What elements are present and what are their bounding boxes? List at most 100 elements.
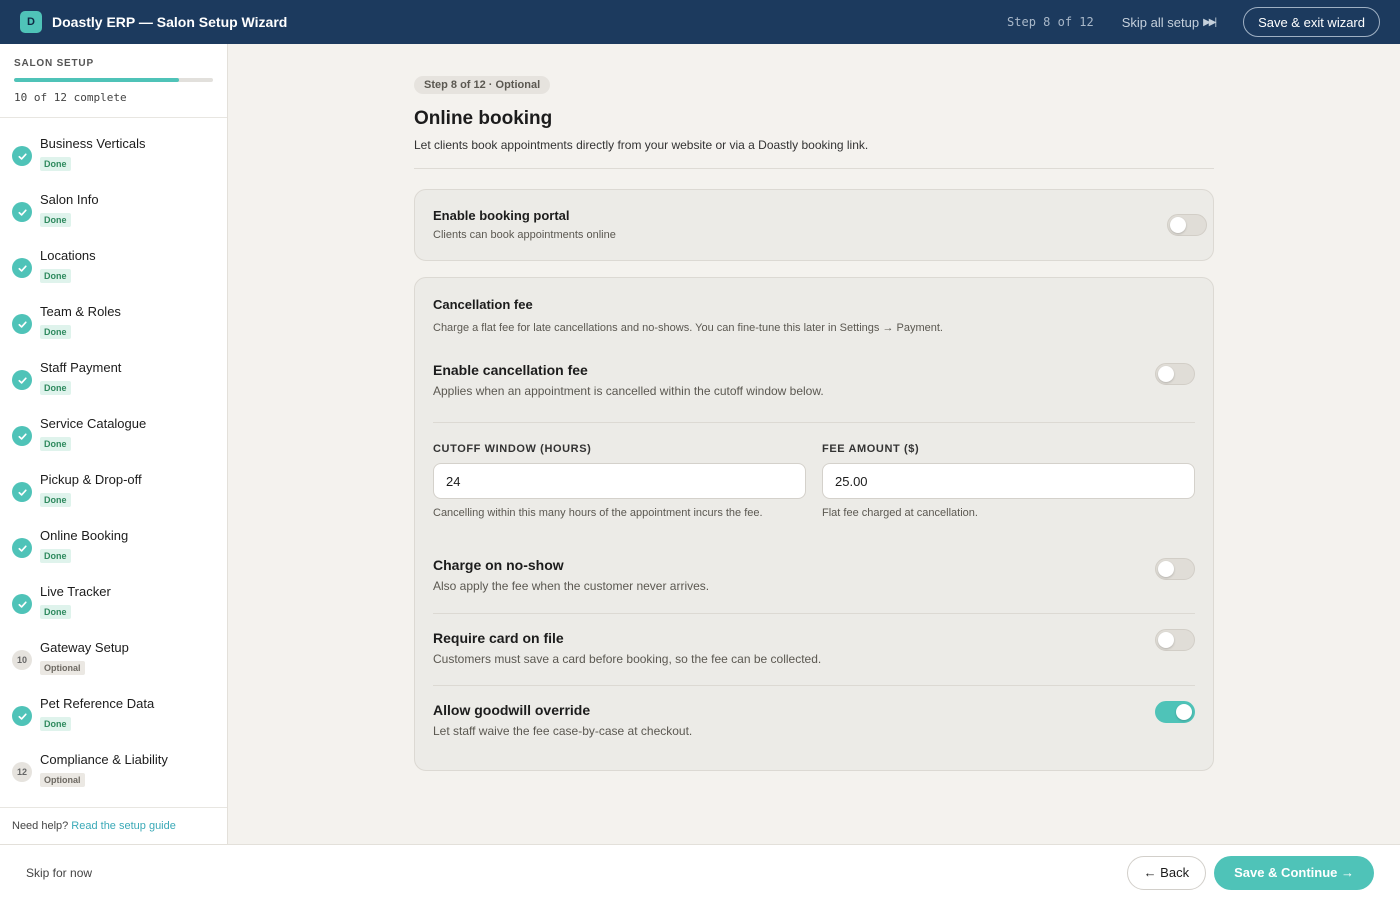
cutoff-label: CUTOFF WINDOW (HOURS) (433, 443, 592, 455)
cutoff-field: CUTOFF WINDOW (HOURS) Cancelling within … (433, 443, 806, 519)
step-status-badge: Optional (40, 773, 85, 787)
sidebar-header: SALON SETUP 10 of 12 complete (0, 44, 227, 118)
fee-amount-input[interactable] (822, 463, 1195, 499)
enable-cancellation-row: Enable cancellation fee Applies when an … (433, 362, 1195, 422)
step-text: Pickup & Drop-off Done (40, 468, 142, 507)
top-actions: Step 8 of 12 Skip all setup ▶▶| Save & e… (1007, 7, 1380, 37)
step-text: Compliance & Liability Optional (40, 748, 168, 787)
step-number-badge: 10 (12, 650, 32, 670)
step-status-badge: Done (40, 213, 71, 227)
sidebar-item-locations[interactable]: Locations Done (0, 240, 227, 296)
step-status-badge: Done (40, 381, 71, 395)
goodwill-override-toggle[interactable] (1155, 701, 1195, 723)
sidebar-item-staff-payment[interactable]: Staff Payment Done (0, 352, 227, 408)
divider (433, 422, 1195, 423)
cancellation-title: Cancellation fee (433, 297, 533, 312)
check-icon (12, 482, 32, 502)
divider (414, 168, 1214, 169)
fee-fields: CUTOFF WINDOW (HOURS) Cancelling within … (433, 443, 1195, 519)
main-content: Step 8 of 12 · Optional Online booking L… (414, 44, 1214, 771)
step-status-badge: Done (40, 549, 71, 563)
sidebar-item-pickup-and-drop-off[interactable]: Pickup & Drop-off Done (0, 464, 227, 520)
skip-for-now-link[interactable]: Skip for now (26, 866, 92, 880)
fee-amount-help: Flat fee charged at cancellation. (822, 507, 978, 519)
no-show-title: Charge on no-show (433, 557, 564, 573)
cutoff-input[interactable] (433, 463, 806, 499)
step-label: Business Verticals (40, 136, 146, 151)
setup-progress-fill (14, 78, 180, 82)
step-label: Pet Reference Data (40, 696, 155, 711)
step-text: Business Verticals Done (40, 132, 146, 171)
divider (433, 685, 1195, 686)
wizard-footer: Skip for now ← Back Save & Continue → (0, 844, 1400, 900)
cancellation-subtitle: Charge a flat fee for late cancellations… (433, 322, 943, 334)
card-on-file-title: Require card on file (433, 630, 564, 646)
sidebar-item-salon-info[interactable]: Salon Info Done (0, 184, 227, 240)
app-title: Doastly ERP — Salon Setup Wizard (52, 14, 288, 30)
goodwill-title: Allow goodwill override (433, 702, 591, 718)
progress-text: 10 of 12 complete (14, 91, 127, 104)
step-label: Locations (40, 248, 96, 263)
step-status-badge: Done (40, 325, 71, 339)
step-status-badge: Done (40, 493, 71, 507)
sidebar-item-gateway-setup[interactable]: 10 Gateway Setup Optional (0, 632, 227, 688)
portal-title: Enable booking portal (433, 208, 570, 223)
card-on-file-toggle[interactable] (1155, 629, 1195, 651)
check-icon (12, 538, 32, 558)
booking-portal-card: Enable booking portal Clients can book a… (414, 189, 1214, 261)
check-icon (12, 146, 32, 166)
step-text: Service Catalogue Done (40, 412, 146, 451)
step-label: Pickup & Drop-off (40, 472, 142, 487)
skip-all-label: Skip all setup (1121, 14, 1200, 30)
step-status-badge: Done (40, 717, 71, 731)
cancellation-fee-card: Cancellation fee Charge a flat fee for l… (414, 277, 1214, 771)
booking-portal-toggle[interactable] (1167, 214, 1207, 236)
step-status-badge: Done (40, 605, 71, 619)
app-logo: D (20, 11, 42, 33)
check-icon (12, 370, 32, 390)
step-label: Service Catalogue (40, 416, 147, 431)
save-continue-button[interactable]: Save & Continue → (1214, 855, 1374, 890)
sidebar-item-online-booking[interactable]: Online Booking Done (0, 520, 227, 576)
skip-all-setup-link[interactable]: Skip all setup ▶▶| (1121, 14, 1217, 30)
toggle-knob (1176, 704, 1192, 720)
sidebar-item-business-verticals[interactable]: Business Verticals Done (0, 128, 227, 184)
step-status-badge: Done (40, 157, 71, 171)
step-label: Gateway Setup (40, 640, 129, 655)
cutoff-help: Cancelling within this many hours of the… (433, 507, 763, 519)
enable-cancellation-title: Enable cancellation fee (433, 362, 588, 378)
page-subtitle: Let clients book appointments directly f… (414, 138, 869, 152)
check-icon (12, 314, 32, 334)
step-number-badge: 12 (12, 762, 32, 782)
goodwill-override-row: Allow goodwill override Let staff waive … (433, 701, 1195, 742)
help-text: Need help? (12, 820, 69, 832)
step-text: Staff Payment Done (40, 356, 121, 395)
step-list: Business Verticals Done Salon Info Done Loca… (0, 118, 227, 800)
check-icon (12, 202, 32, 222)
fee-amount-label: FEE AMOUNT ($) (822, 443, 920, 455)
card-on-file-subtitle: Customers must save a card before bookin… (433, 652, 822, 666)
sidebar-item-compliance-and-liability[interactable]: 12 Compliance & Liability Optional (0, 744, 227, 800)
no-show-row: Charge on no-show Also apply the fee whe… (433, 557, 1195, 613)
no-show-toggle[interactable] (1155, 558, 1195, 580)
card-on-file-row: Require card on file Customers must save… (433, 629, 1195, 685)
step-label: Compliance & Liability (40, 752, 168, 767)
sidebar-item-service-catalogue[interactable]: Service Catalogue Done (0, 408, 227, 464)
step-pill: Step 8 of 12 · Optional (414, 76, 551, 94)
fast-forward-icon: ▶▶| (1203, 16, 1217, 28)
setup-guide-link[interactable]: Read the setup guide (71, 820, 176, 832)
save-exit-button[interactable]: Save & exit wizard (1243, 7, 1380, 37)
step-text: Pet Reference Data Done (40, 692, 154, 731)
back-button[interactable]: ← Back (1126, 855, 1207, 890)
toggle-knob (1158, 366, 1174, 382)
step-label: Salon Info (40, 192, 99, 207)
help-section: Need help? Read the setup guide (0, 807, 227, 844)
toggle-knob (1170, 217, 1186, 233)
sidebar-item-pet-reference-data[interactable]: Pet Reference Data Done (0, 688, 227, 744)
toggle-knob (1158, 632, 1174, 648)
sidebar-item-live-tracker[interactable]: Live Tracker Done (0, 576, 227, 632)
footer-actions: ← Back Save & Continue → (1126, 855, 1374, 890)
sidebar-item-team-and-roles[interactable]: Team & Roles Done (0, 296, 227, 352)
step-label: Staff Payment (40, 360, 122, 375)
enable-cancellation-toggle[interactable] (1155, 363, 1195, 385)
